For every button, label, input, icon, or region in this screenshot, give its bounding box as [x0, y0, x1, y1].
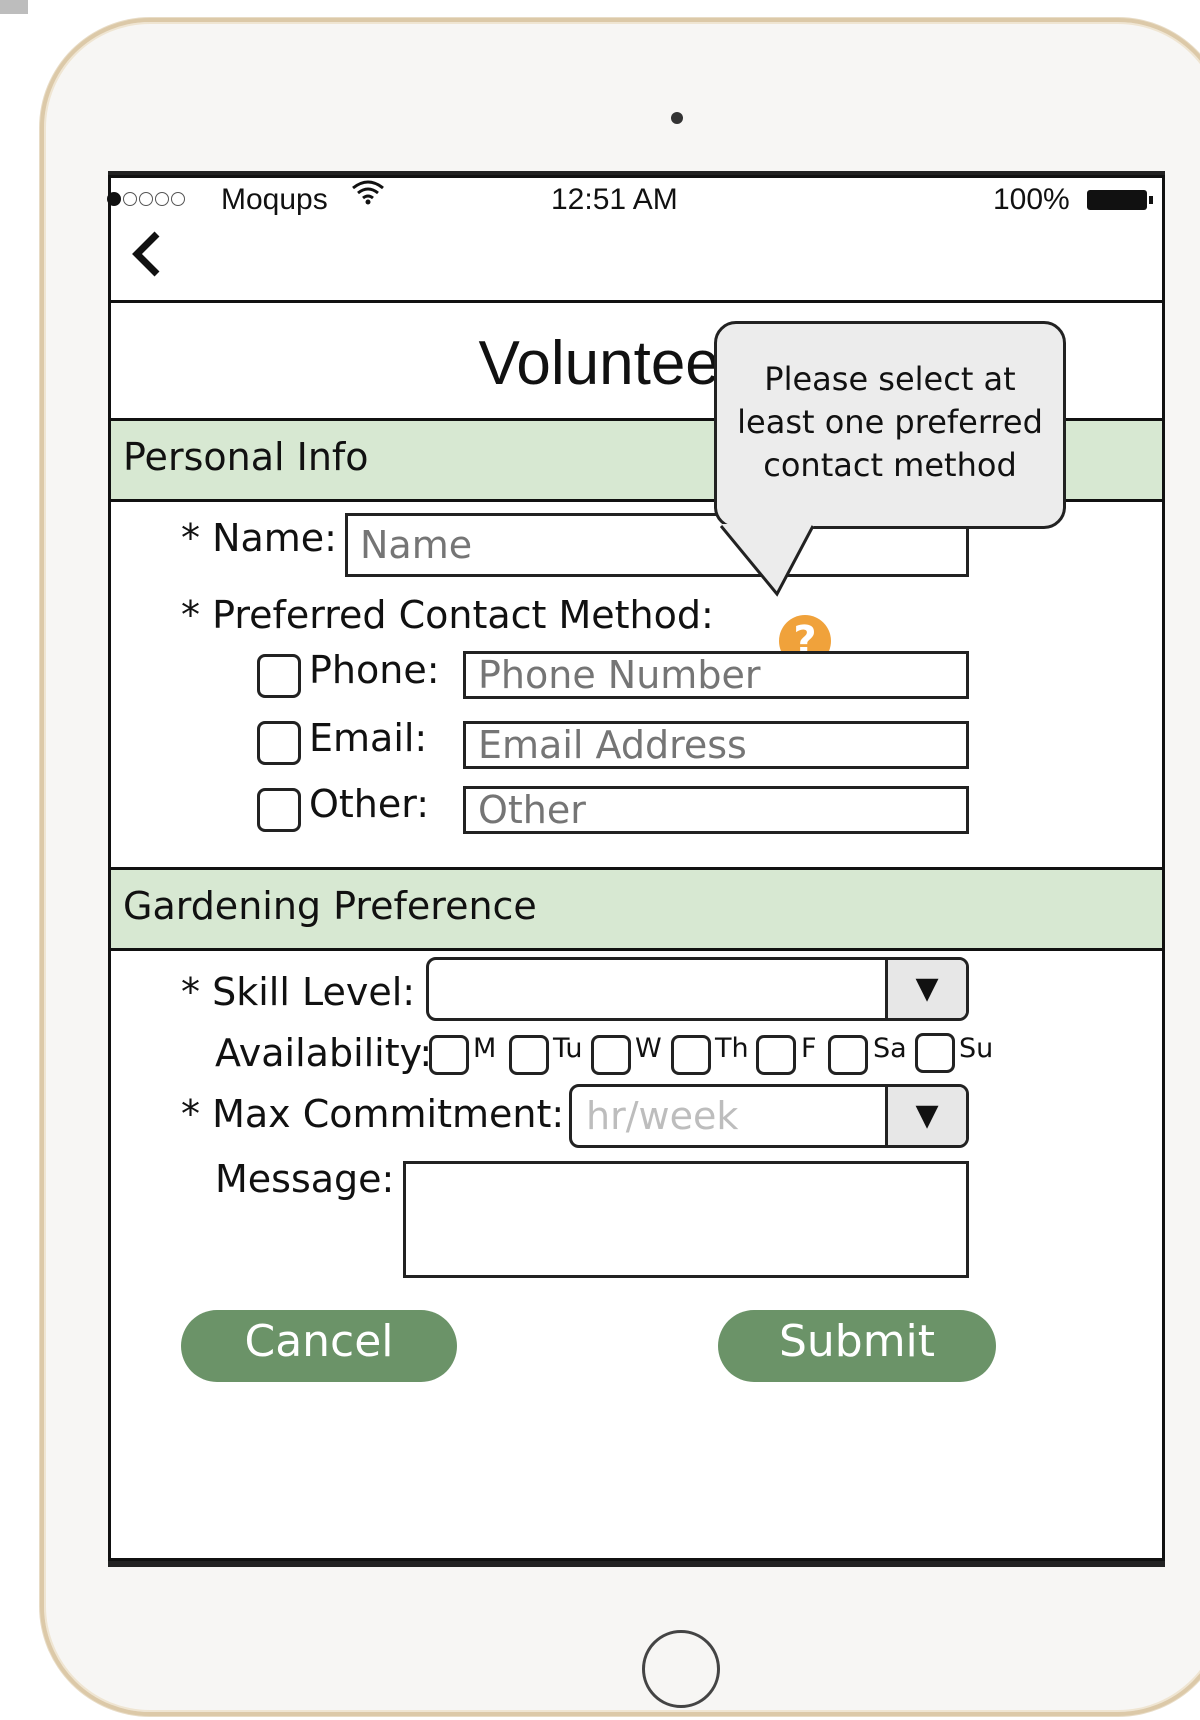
dropdown-arrow-icon[interactable]: ▼ [885, 1087, 966, 1145]
cancel-button[interactable]: Cancel [181, 1310, 457, 1382]
day-label-th: Th [715, 1033, 749, 1064]
camera-dot [671, 112, 683, 124]
day-checkbox-m[interactable] [429, 1035, 469, 1075]
home-button[interactable] [642, 1630, 720, 1708]
section-title: Personal Info [123, 435, 369, 479]
day-label-tu: Tu [553, 1033, 583, 1064]
day-label-su: Su [959, 1033, 994, 1064]
other-label: Other: [309, 782, 430, 826]
day-checkbox-th[interactable] [671, 1035, 711, 1075]
submit-button[interactable]: Submit [718, 1310, 996, 1382]
dropdown-arrow-icon[interactable]: ▼ [885, 960, 966, 1018]
email-address-input[interactable] [463, 721, 969, 769]
wifi-icon [351, 178, 385, 215]
contact-method-label: * Preferred Contact Method: [181, 593, 714, 637]
message-label: Message: [215, 1157, 395, 1201]
tooltip-line: Please select at [764, 360, 1016, 398]
tooltip-line: least one preferred [737, 403, 1043, 441]
day-checkbox-sa[interactable] [828, 1035, 868, 1075]
phone-checkbox[interactable] [257, 654, 301, 698]
status-time: 12:51 AM [551, 183, 678, 216]
day-checkbox-w[interactable] [591, 1035, 631, 1075]
corner-mark [0, 0, 28, 14]
battery-icon [1087, 190, 1153, 210]
help-tooltip: Please select at least one preferred con… [714, 321, 1066, 529]
max-commitment-label: * Max Commitment: [181, 1092, 565, 1136]
day-label-sa: Sa [873, 1033, 907, 1064]
skill-level-label: * Skill Level: [181, 970, 416, 1014]
other-contact-input[interactable] [463, 786, 969, 834]
name-label: * Name: [181, 516, 337, 560]
message-textarea[interactable] [403, 1161, 969, 1278]
section-title: Gardening Preference [123, 884, 537, 928]
gardening-preference-section-header: Gardening Preference [111, 867, 1162, 951]
other-checkbox[interactable] [257, 788, 301, 832]
battery-percent: 100% [993, 183, 1070, 216]
phone-number-input[interactable] [463, 651, 969, 699]
email-label: Email: [309, 716, 428, 760]
max-commitment-placeholder: hr/week [586, 1094, 739, 1138]
max-commitment-select[interactable]: hr/week ▼ [569, 1084, 969, 1148]
day-label-m: M [473, 1033, 497, 1064]
phone-label: Phone: [309, 648, 440, 692]
day-checkbox-f[interactable] [756, 1035, 796, 1075]
day-label-w: W [635, 1033, 662, 1064]
day-checkbox-tu[interactable] [509, 1035, 549, 1075]
carrier-name: Moqups [221, 183, 328, 216]
signal-strength-icon [107, 192, 185, 206]
status-bar: Moqups 12:51 AM 100% [107, 178, 1162, 228]
day-checkbox-su[interactable] [915, 1033, 955, 1073]
tooltip-line: contact method [763, 446, 1017, 484]
back-arrow-icon[interactable] [129, 230, 165, 290]
day-label-f: F [801, 1033, 817, 1064]
availability-label: Availability: [215, 1031, 433, 1075]
navigation-bar [111, 228, 1162, 303]
email-checkbox[interactable] [257, 721, 301, 765]
skill-level-select[interactable]: ▼ [426, 957, 969, 1021]
app-screen: Moqups 12:51 AM 100% Volunteer App Perso… [107, 175, 1165, 1561]
